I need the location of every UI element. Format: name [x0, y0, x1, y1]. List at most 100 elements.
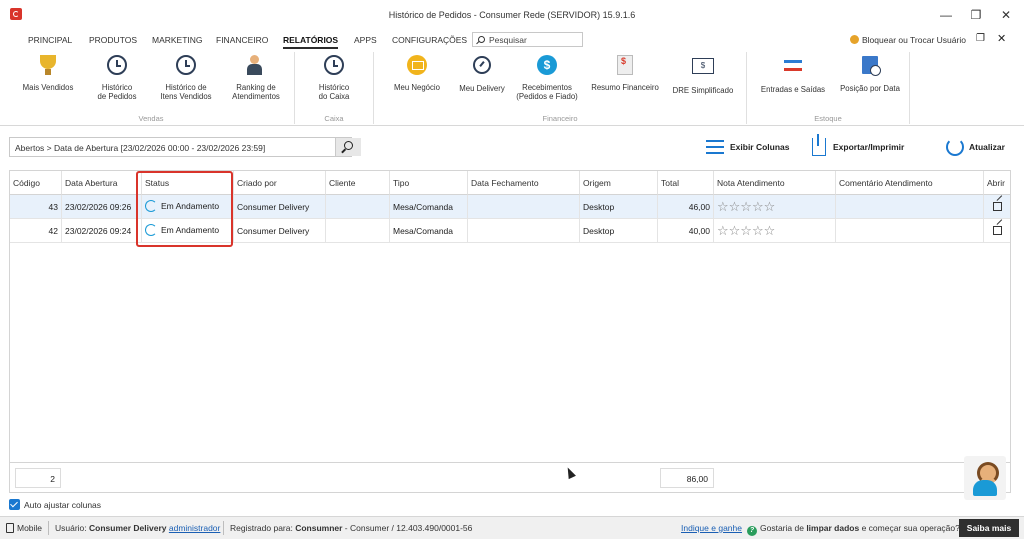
column-header-codigo[interactable]: Código: [10, 171, 62, 195]
checkbox-checked-icon[interactable]: [9, 499, 20, 510]
entradas-saidas-button[interactable]: Entradas e Saídas: [757, 53, 829, 94]
mobile-button[interactable]: Mobile: [6, 523, 42, 533]
historico-itens-button[interactable]: Histórico de Itens Vendidos: [153, 53, 219, 101]
cell-abrir[interactable]: [984, 219, 1010, 242]
cell-data-abertura: 23/02/2026 09:24: [62, 219, 142, 242]
position-icon: [862, 56, 881, 76]
open-external-icon[interactable]: [993, 202, 1002, 211]
lock-user-button[interactable]: Bloquear ou Trocar Usuário: [850, 35, 966, 45]
menu-relatorios[interactable]: RELATÓRIOS: [283, 35, 339, 49]
menu-financeiro[interactable]: FINANCEIRO: [216, 35, 268, 45]
posicao-data-button[interactable]: Posição por Data: [835, 53, 905, 93]
cell-comentario: [836, 219, 984, 242]
search-input[interactable]: Pesquisar: [472, 32, 583, 47]
menu-principal[interactable]: PRINCIPAL: [28, 35, 72, 45]
ribbon-close-button[interactable]: ✕: [997, 32, 1006, 45]
indique-ganhe-link[interactable]: Indique e ganhe: [681, 523, 742, 533]
entradas-saidas-label: Entradas e Saídas: [760, 85, 826, 94]
group-label-estoque: Estoque: [814, 114, 842, 123]
column-header-data-fechamento[interactable]: Data Fechamento: [468, 171, 580, 195]
auto-adjust-label: Auto ajustar colunas: [24, 500, 102, 510]
minimize-button[interactable]: —: [936, 6, 956, 24]
recebimentos-button[interactable]: $ Recebimentos (Pedidos e Fiado): [512, 53, 582, 101]
mais-vendidos-button[interactable]: Mais Vendidos: [20, 53, 76, 92]
mobile-icon: [6, 523, 14, 533]
column-header-total[interactable]: Total: [658, 171, 714, 195]
ranking-atendimentos-button[interactable]: Ranking de Atendimentos: [224, 53, 288, 101]
column-header-origem[interactable]: Origem: [580, 171, 658, 195]
menu-produtos[interactable]: PRODUTOS: [89, 35, 137, 45]
historico-pedidos-button[interactable]: Histórico de Pedidos: [88, 53, 146, 101]
exibir-colunas-label: Exibir Colunas: [730, 142, 790, 152]
maximize-button[interactable]: ❐: [966, 6, 986, 24]
cell-codigo: 43: [10, 195, 62, 218]
menu-marketing[interactable]: MARKETING: [152, 35, 203, 45]
support-agent-icon[interactable]: [964, 456, 1006, 500]
column-header-comentario[interactable]: Comentário Atendimento: [836, 171, 984, 195]
report-icon: [617, 55, 633, 75]
exibir-colunas-button[interactable]: Exibir Colunas: [706, 138, 796, 156]
cell-total: 40,00: [658, 219, 714, 242]
column-header-data-abertura[interactable]: Data Abertura: [62, 171, 142, 195]
cell-criado-por: Consumer Delivery: [234, 219, 326, 242]
user-role-link[interactable]: administrador: [169, 523, 221, 533]
recebimentos-label: Recebimentos (Pedidos e Fiado): [516, 83, 578, 101]
resumo-financeiro-button[interactable]: Resumo Financeiro: [588, 53, 662, 92]
dashboard-icon: [407, 55, 427, 75]
atualizar-button[interactable]: Atualizar: [946, 138, 1016, 156]
cell-data-fechamento: [468, 219, 580, 242]
cell-nota[interactable]: ☆☆☆☆☆: [714, 219, 836, 242]
column-header-abrir[interactable]: Abrir: [984, 171, 1010, 195]
filter-text: Abertos > Data de Abertura [23/02/2026 0…: [15, 143, 266, 153]
grid-footer: 2 86,00: [10, 462, 1010, 492]
registered-name: Consumner: [295, 523, 343, 533]
filter-search-button[interactable]: [335, 138, 361, 156]
close-button[interactable]: ✕: [996, 6, 1016, 24]
rating-stars-icon[interactable]: ☆☆☆☆☆: [717, 199, 775, 214]
search-icon: [478, 36, 485, 43]
cell-tipo: Mesa/Comanda: [390, 195, 468, 218]
footer-count: 2: [15, 468, 61, 488]
rating-stars-icon[interactable]: ☆☆☆☆☆: [717, 223, 775, 238]
column-header-nota[interactable]: Nota Atendimento: [714, 171, 836, 195]
clear-data-prompt: ? Gostaria de limpar dados e começar sua …: [747, 523, 960, 536]
cell-nota[interactable]: ☆☆☆☆☆: [714, 195, 836, 218]
ribbon-restore-button[interactable]: ❐: [976, 33, 985, 44]
column-header-criado-por[interactable]: Criado por: [234, 171, 326, 195]
question-bold: limpar dados: [806, 523, 860, 533]
exportar-imprimir-label: Exportar/Imprimir: [833, 142, 905, 152]
ribbon: Mais Vendidos Histórico de Pedidos Histó…: [0, 50, 1024, 126]
menu-apps[interactable]: APPS: [354, 35, 377, 45]
exportar-imprimir-button[interactable]: Exportar/Imprimir: [812, 134, 922, 156]
columns-menu-icon: [706, 140, 724, 154]
cell-abrir[interactable]: [984, 195, 1010, 218]
cell-origem: Desktop: [580, 219, 658, 242]
cell-origem: Desktop: [580, 195, 658, 218]
historico-caixa-button[interactable]: Histórico do Caixa: [305, 53, 363, 101]
delivery-icon: [473, 56, 491, 74]
historico-caixa-label: Histórico do Caixa: [318, 83, 350, 101]
dre-icon: $: [692, 58, 714, 74]
posicao-data-label: Posição por Data: [840, 84, 900, 93]
lock-user-label: Bloquear ou Trocar Usuário: [862, 35, 966, 45]
menu-configuracoes[interactable]: CONFIGURAÇÕES: [392, 35, 467, 45]
saiba-mais-button[interactable]: Saiba mais: [959, 519, 1019, 537]
user-name: Consumer Delivery: [89, 523, 167, 533]
meu-delivery-button[interactable]: Meu Delivery: [454, 53, 510, 93]
column-header-cliente[interactable]: Cliente: [326, 171, 390, 195]
open-external-icon[interactable]: [993, 226, 1002, 235]
auto-adjust-checkbox[interactable]: Auto ajustar colunas: [9, 499, 101, 510]
waiter-icon: [247, 55, 265, 75]
search-placeholder: Pesquisar: [489, 35, 527, 45]
filter-input[interactable]: Abertos > Data de Abertura [23/02/2026 0…: [9, 137, 361, 157]
cell-codigo: 42: [10, 219, 62, 242]
export-icon: [812, 134, 826, 156]
meu-negocio-label: Meu Negócio: [394, 83, 440, 92]
dre-simplificado-button[interactable]: $ DRE Simplificado: [670, 53, 736, 95]
clock-icon: [176, 55, 196, 75]
column-header-tipo[interactable]: Tipo: [390, 171, 468, 195]
cell-cliente: [326, 195, 390, 218]
status-bar: Mobile Usuário: Consumer Delivery admini…: [0, 516, 1024, 539]
group-separator: [909, 52, 910, 124]
meu-negocio-button[interactable]: Meu Negócio: [387, 53, 447, 92]
